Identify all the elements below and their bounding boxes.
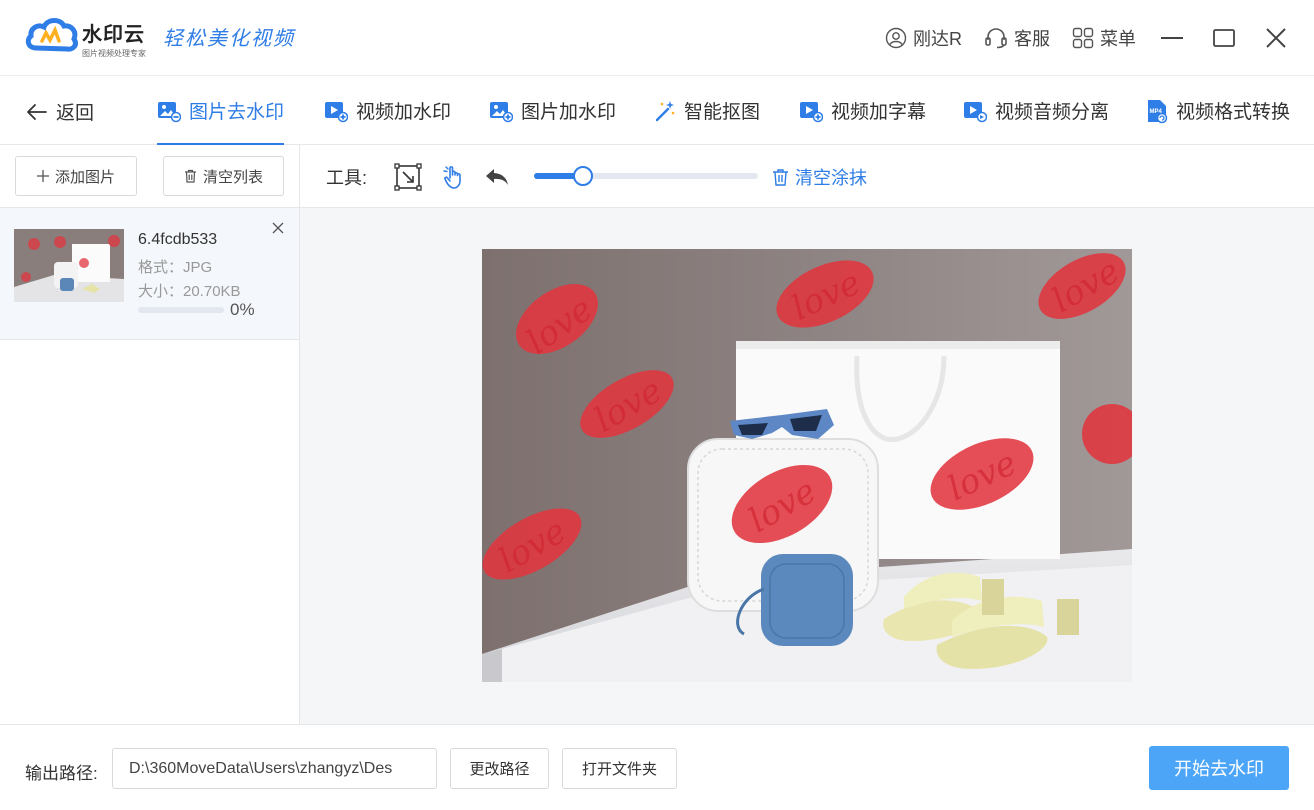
- video-audio-icon: [964, 101, 987, 122]
- change-path-button[interactable]: 更改路径: [450, 748, 549, 789]
- tab-label: 图片加水印: [521, 102, 617, 123]
- hand-brush-icon[interactable]: [440, 163, 468, 191]
- close-window-button[interactable]: [1262, 24, 1290, 52]
- image-add-icon: [490, 101, 513, 122]
- back-label: 返回: [56, 103, 95, 124]
- tab-label: 视频音频分离: [995, 102, 1110, 123]
- tab-video-subtitle[interactable]: 视频加字幕: [799, 76, 926, 145]
- clear-list-label: 清空列表: [202, 168, 263, 186]
- tab-video-add-watermark[interactable]: 视频加水印: [324, 76, 451, 145]
- video-add-icon: [325, 101, 348, 122]
- file-format: 格式：JPG: [138, 259, 213, 276]
- select-region-icon[interactable]: [394, 163, 422, 191]
- trash-icon: [773, 169, 788, 186]
- tool-label: 工具:: [326, 168, 368, 188]
- slider-handle[interactable]: [573, 166, 594, 186]
- footer-bar: 输出路径: 更改路径 打开文件夹 开始去水印: [0, 724, 1314, 810]
- minimize-icon: [1161, 37, 1183, 39]
- mp4-convert-icon: MP4: [1148, 99, 1168, 123]
- file-progress-bar: [138, 307, 224, 313]
- clear-paint-button[interactable]: 清空涂抹: [772, 164, 867, 190]
- file-thumbnail: [14, 229, 124, 302]
- tab-label: 图片去水印: [189, 102, 285, 123]
- menu-button[interactable]: 菜单: [1072, 25, 1136, 51]
- tab-label: 视频加水印: [356, 102, 452, 123]
- menu-label: 菜单: [1100, 29, 1136, 49]
- video-subtitle-icon: [800, 101, 823, 122]
- feature-nav: 返回 图片去水印 视频加水印 图片加水印 智能抠图 视频加字幕 视频音频分离 M…: [0, 76, 1314, 145]
- add-image-label: 添加图片: [54, 168, 115, 186]
- tab-image-add-watermark[interactable]: 图片加水印: [489, 76, 616, 145]
- output-path-label: 输出路径:: [25, 764, 98, 783]
- image-canvas: love love love love love love love: [300, 208, 1314, 724]
- tool-bar: 工具: 清空涂抹: [300, 145, 1314, 208]
- close-icon: [1266, 28, 1286, 48]
- back-button[interactable]: 返回: [26, 98, 94, 125]
- start-remove-watermark-button[interactable]: 开始去水印: [1149, 746, 1289, 790]
- grid-menu-icon: [1072, 27, 1094, 49]
- top-actions: 刚达R 客服 菜单: [885, 0, 1314, 76]
- open-folder-button[interactable]: 打开文件夹: [562, 748, 677, 789]
- plus-icon: [36, 170, 49, 182]
- image-remove-icon: [158, 101, 181, 122]
- user-icon: [885, 27, 907, 49]
- customer-service-button[interactable]: 客服: [984, 25, 1050, 51]
- tab-video-format-convert[interactable]: MP4 视频格式转换: [1146, 76, 1290, 145]
- tab-smart-cutout[interactable]: 智能抠图: [654, 76, 760, 145]
- clear-list-button[interactable]: 清空列表: [163, 156, 284, 196]
- arrow-left-icon: [27, 103, 47, 120]
- magic-wand-icon: [655, 100, 675, 121]
- tab-label: 视频格式转换: [1176, 102, 1291, 123]
- progress-percent: 0%: [230, 300, 255, 319]
- file-list-panel: 添加图片 清空列表 6.4fcdb533 格式：JPG 大小：20.70KB 0…: [0, 145, 300, 724]
- app-name: 水印云: [82, 24, 145, 46]
- output-path-input[interactable]: [112, 748, 437, 789]
- tab-label: 智能抠图: [684, 102, 761, 123]
- remove-file-icon[interactable]: [270, 220, 286, 236]
- tab-video-audio-split[interactable]: 视频音频分离: [963, 76, 1109, 145]
- user-account-button[interactable]: 刚达R: [885, 25, 962, 51]
- headset-icon: [985, 28, 1007, 49]
- maximize-icon: [1213, 29, 1235, 47]
- title-bar: 水印云 图片视频处理专家 轻松美化视频 刚达R 客服 菜单: [0, 0, 1314, 76]
- file-list-item[interactable]: 6.4fcdb533 格式：JPG 大小：20.70KB 0%: [0, 208, 299, 340]
- file-size: 大小：20.70KB: [138, 283, 241, 300]
- minimize-button[interactable]: [1158, 24, 1186, 52]
- trash-icon: [184, 169, 196, 183]
- tab-image-watermark-remove[interactable]: 图片去水印: [157, 76, 285, 145]
- maximize-button[interactable]: [1210, 24, 1238, 52]
- tab-label: 视频加字幕: [831, 102, 927, 123]
- add-image-button[interactable]: 添加图片: [15, 156, 137, 196]
- brush-size-slider[interactable]: [534, 166, 758, 186]
- service-label: 客服: [1014, 29, 1050, 49]
- clear-paint-label: 清空涂抹: [795, 168, 867, 188]
- brand: 水印云 图片视频处理专家: [82, 18, 146, 59]
- app-slogan: 轻松美化视频: [163, 26, 295, 50]
- undo-icon[interactable]: [483, 163, 511, 191]
- user-name: 刚达R: [913, 29, 962, 49]
- preview-image[interactable]: love love love love love love love: [482, 249, 1132, 682]
- app-subtitle: 图片视频处理专家: [82, 49, 146, 58]
- file-name: 6.4fcdb533: [138, 231, 218, 248]
- app-logo-icon: [25, 18, 78, 52]
